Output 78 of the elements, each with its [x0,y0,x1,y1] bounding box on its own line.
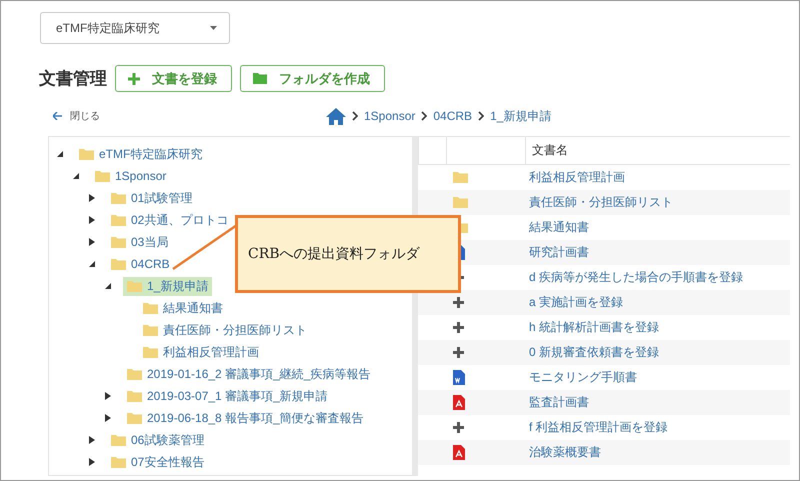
collapsed-triangle-icon[interactable] [105,392,111,400]
collapsed-triangle-icon[interactable] [89,458,95,466]
folder-icon [111,192,126,204]
document-link[interactable]: d 疾病等が発生した場合の手順書を登録 [529,269,744,286]
folder-icon [127,368,142,380]
tree-item[interactable]: 07安全性報告 [107,452,208,472]
callout-text: CRBへの提出資料フォルダ [248,245,420,263]
tree-item[interactable]: 02共通、プロトコ [107,210,232,230]
plus-icon[interactable] [453,347,464,358]
plus-icon[interactable] [453,322,464,333]
document-link[interactable]: h 統計解析計画書を登録 [529,319,660,336]
document-link[interactable]: モニタリング手順書 [529,369,637,386]
folder-icon [143,324,158,336]
folder-icon [127,390,142,402]
document-link[interactable]: 結果通知書 [529,219,589,236]
caret-icon [210,26,217,30]
expanded-triangle-icon[interactable] [89,261,95,267]
chevron-icon [478,111,484,121]
breadcrumb-link[interactable]: 1Sponsor [364,109,416,123]
plus-icon [128,72,140,84]
tree-item[interactable]: 1_新規申請 [123,276,212,296]
tree-item[interactable]: 03当局 [107,232,172,252]
document-link[interactable]: f 利益相反管理計画を登録 [529,419,668,436]
tree-item[interactable]: 06試験薬管理 [107,430,208,450]
collapsed-triangle-icon[interactable] [105,414,111,422]
folder-icon [127,412,142,424]
column-header: 文書名 [525,137,790,164]
collapsed-triangle-icon[interactable] [89,436,95,444]
close-link[interactable]: 閉じる [53,109,100,123]
project-select[interactable]: eTMF特定臨床研究 [40,12,230,44]
tree-item[interactable]: 2019-03-07_1 審議事項_新規申請 [123,386,332,406]
tree-item[interactable]: 結果通知書 [139,298,227,318]
folder-icon [111,434,126,446]
folder-icon [127,280,142,292]
tree-item[interactable]: 1Sponsor [91,168,170,184]
document-link[interactable]: 研究計画書 [529,244,589,261]
plus-icon[interactable] [453,297,464,308]
collapsed-triangle-icon[interactable] [89,238,95,246]
collapsed-triangle-icon[interactable] [89,216,95,224]
expanded-triangle-icon[interactable] [105,283,111,289]
document-link[interactable]: 利益相反管理計画 [529,169,625,186]
folder-icon [111,236,126,248]
page-title: 文書管理 [39,68,107,90]
breadcrumb-link[interactable]: 04CRB [433,109,472,123]
register-document-button[interactable]: 文書を登録 [115,65,232,92]
folder-icon [111,214,126,226]
chevron-icon [421,111,428,121]
home-icon[interactable] [326,108,346,124]
tree-item[interactable]: 利益相反管理計画 [139,342,263,362]
chevron-icon [352,111,358,121]
folder-icon [111,258,126,270]
pdf-document-icon [453,445,465,460]
breadcrumb-link[interactable]: 1_新規申請 [490,108,552,124]
document-link[interactable]: 治験薬概要書 [529,444,601,461]
tree-item[interactable]: 責任医師・分担医師リスト [139,320,311,340]
document-link[interactable]: 監査計画書 [529,394,589,411]
tree-item[interactable]: eTMF特定臨床研究 [75,144,206,164]
create-folder-button[interactable]: フォルダを作成 [240,65,385,92]
tree-item[interactable]: 2019-01-16_2 審議事項_継続_疾病等報告 [123,364,374,384]
folder-icon [253,73,267,84]
folder-icon [79,148,94,160]
plus-icon[interactable] [453,422,464,433]
folder-icon [111,456,126,468]
back-arrow-icon [53,112,62,120]
pdf-document-icon [453,395,465,410]
folder-icon [95,170,110,182]
collapsed-triangle-icon[interactable] [89,194,95,202]
folder-icon [453,197,468,208]
expanded-triangle-icon[interactable] [73,173,79,179]
expanded-triangle-icon[interactable] [57,151,63,157]
document-link[interactable]: a 実施計画を登録 [529,294,624,311]
tree-item[interactable]: 01試験管理 [107,188,196,208]
tree-item[interactable]: 2019-06-18_8 報告事項_簡便な審査報告 [123,408,368,428]
word-document-icon [453,370,465,385]
folder-icon [143,302,158,314]
folder-icon [453,172,468,183]
tree-item[interactable]: 04CRB [107,256,174,272]
folder-icon [143,346,158,358]
